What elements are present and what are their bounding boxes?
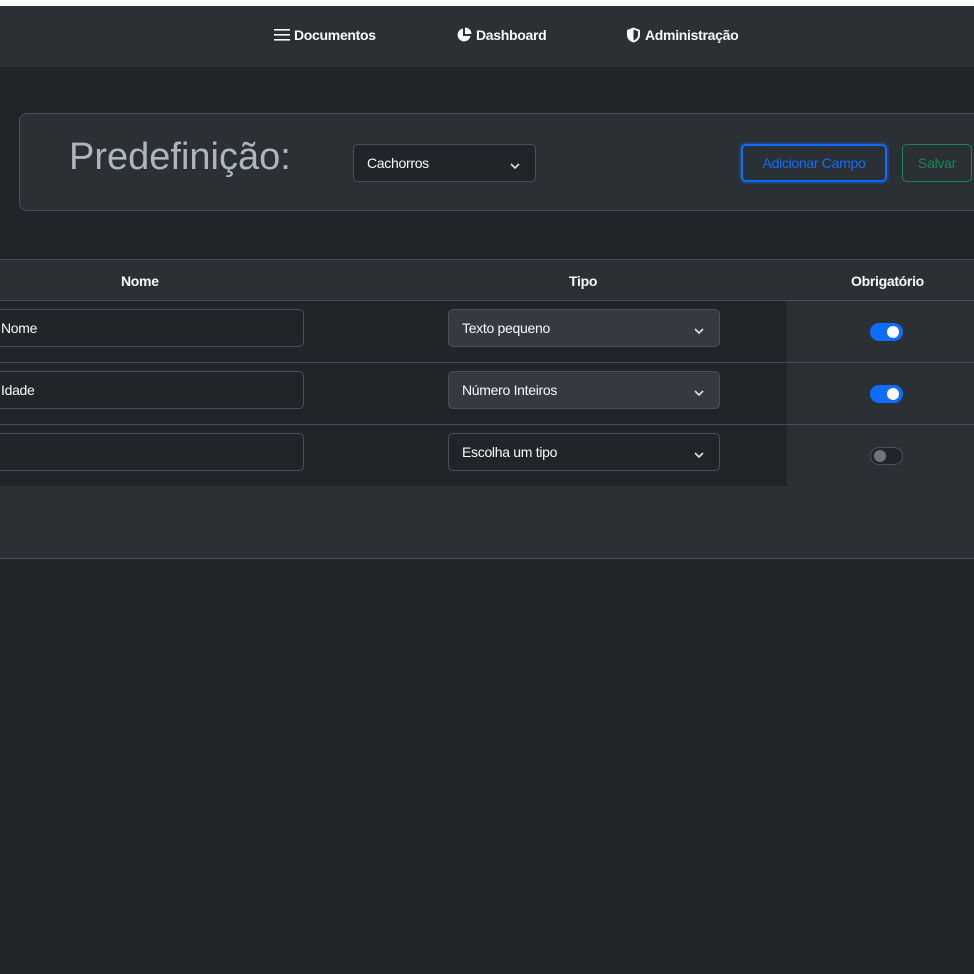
- column-header-required: Obrigatório: [851, 273, 924, 289]
- column-header-name: Nome: [121, 273, 159, 289]
- save-button[interactable]: Salvar: [902, 144, 972, 182]
- navbar: Documentos Dashboard Administração: [0, 6, 974, 67]
- list-icon: [274, 28, 290, 42]
- nav-documentos-label: Documentos: [294, 27, 376, 43]
- nav-administracao[interactable]: Administração: [626, 25, 739, 45]
- field-type-value: Texto pequeno: [462, 320, 550, 336]
- field-name-input[interactable]: [0, 433, 304, 471]
- toggle-knob: [874, 450, 886, 462]
- preset-card: Predefinição: Cachorros Adicionar Campo …: [19, 113, 974, 211]
- preset-select-value: Cachorros: [367, 155, 429, 171]
- field-type-select[interactable]: Número Inteiros: [448, 371, 720, 409]
- required-toggle[interactable]: [870, 385, 903, 403]
- field-type-select[interactable]: Texto pequeno: [448, 309, 720, 347]
- toggle-knob: [887, 326, 899, 338]
- table-row: Escolha um tipo: [0, 424, 974, 486]
- chevron-down-icon: [693, 323, 705, 339]
- toggle-knob: [887, 388, 899, 400]
- chevron-down-icon: [693, 385, 705, 401]
- shield-icon: [626, 27, 641, 43]
- field-type-select[interactable]: Escolha um tipo: [448, 433, 720, 471]
- chevron-down-icon: [509, 158, 521, 174]
- required-toggle[interactable]: [870, 447, 903, 465]
- fields-table: Nome Tipo Obrigatório Nome Texto pequeno…: [0, 259, 974, 559]
- nav-dashboard-label: Dashboard: [476, 27, 547, 43]
- field-name-input[interactable]: Nome: [0, 309, 304, 347]
- field-name-value: Idade: [1, 382, 35, 398]
- field-name-input[interactable]: Idade: [0, 371, 304, 409]
- pie-chart-icon: [456, 27, 472, 43]
- table-row: Nome Texto pequeno: [0, 300, 974, 362]
- required-toggle[interactable]: [870, 323, 903, 341]
- add-field-button[interactable]: Adicionar Campo: [741, 144, 887, 182]
- preset-title: Predefinição:: [69, 136, 291, 178]
- field-type-value: Escolha um tipo: [462, 444, 558, 460]
- field-type-value: Número Inteiros: [462, 382, 558, 398]
- field-name-value: Nome: [1, 320, 38, 336]
- table-row: Idade Número Inteiros: [0, 362, 974, 424]
- nav-administracao-label: Administração: [645, 27, 739, 43]
- chevron-down-icon: [693, 447, 705, 463]
- preset-select[interactable]: Cachorros: [353, 144, 536, 182]
- nav-documentos[interactable]: Documentos: [274, 25, 376, 45]
- column-header-type: Tipo: [569, 273, 598, 289]
- nav-dashboard[interactable]: Dashboard: [456, 25, 547, 45]
